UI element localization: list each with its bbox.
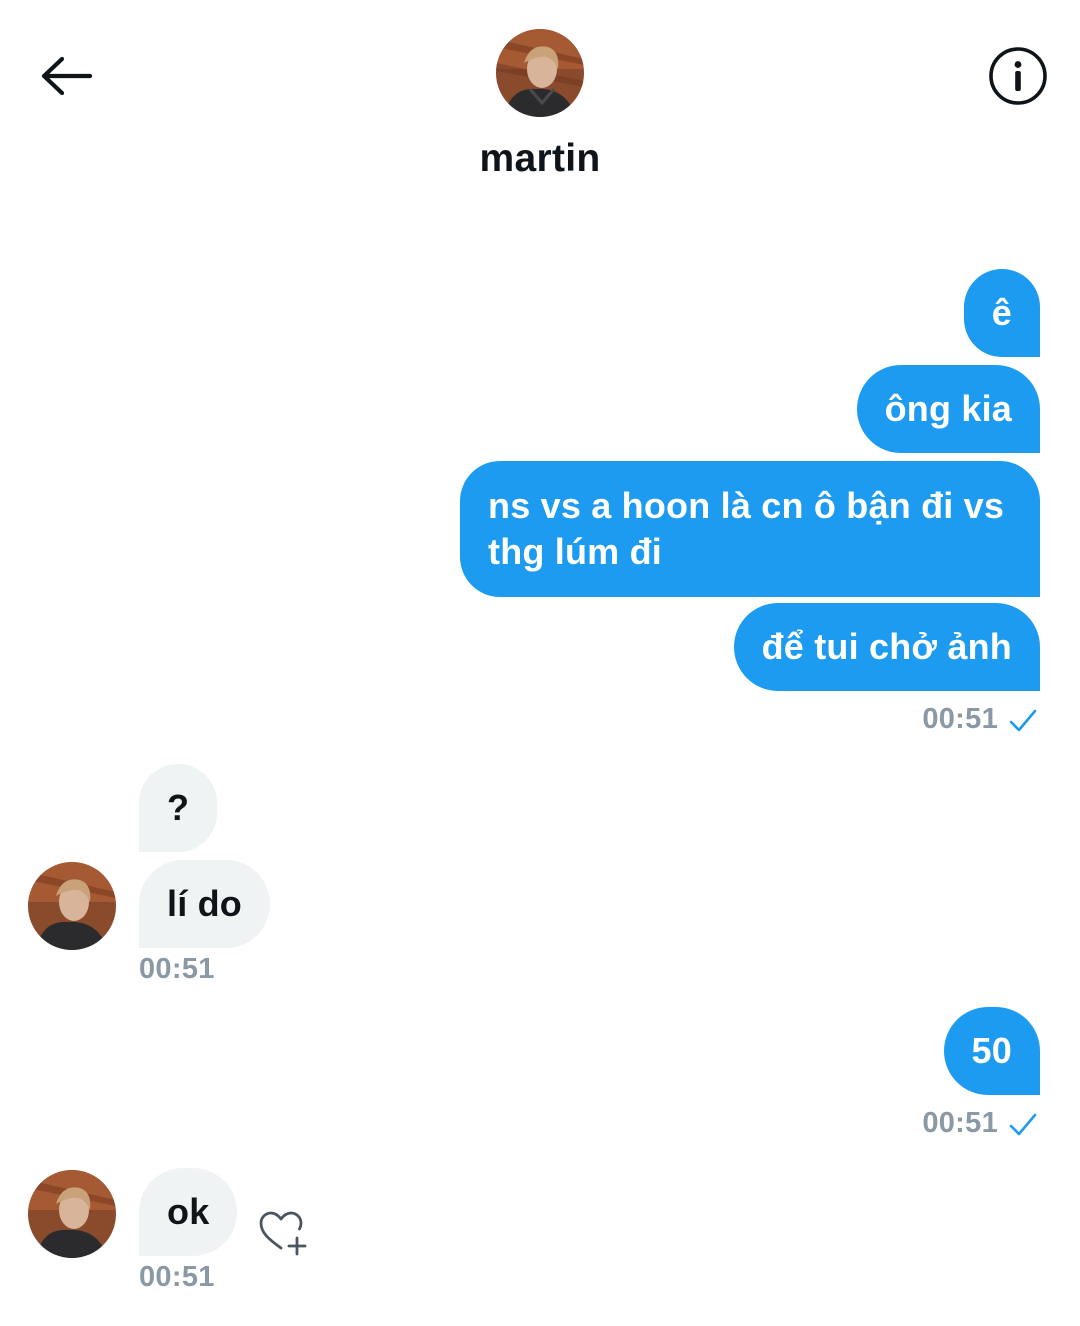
read-check-icon (1009, 709, 1037, 732)
info-button[interactable] (984, 42, 1052, 110)
sender-avatar[interactable] (28, 862, 116, 950)
incoming-message[interactable]: ? (139, 764, 218, 852)
incoming-message[interactable]: lí do (139, 860, 270, 948)
message-timestamp: 00:51 (922, 703, 998, 735)
outgoing-message[interactable]: ns vs a hoon là cn ô bận đi vs thg lúm đ… (460, 461, 1040, 597)
message-timestamp: 00:51 (922, 1107, 998, 1139)
arrow-left-icon (41, 56, 93, 96)
contact-name[interactable]: martin (340, 137, 740, 187)
back-button[interactable] (28, 44, 104, 108)
message-timestamp: 00:51 (139, 1261, 215, 1293)
incoming-message[interactable]: ok (139, 1168, 238, 1256)
message-timestamp: 00:51 (139, 953, 215, 985)
outgoing-message[interactable]: để tui chở ảnh (733, 603, 1040, 691)
read-check-icon (1009, 1113, 1037, 1136)
sender-avatar[interactable] (28, 1170, 116, 1258)
outgoing-message[interactable]: ông kia (856, 365, 1040, 453)
add-reaction-button[interactable] (257, 1208, 311, 1260)
outgoing-message[interactable]: 50 (943, 1007, 1040, 1095)
info-circle-icon (989, 47, 1047, 105)
outgoing-message[interactable]: ê (963, 269, 1040, 357)
heart-plus-icon (259, 1211, 307, 1256)
contact-avatar[interactable] (496, 29, 584, 117)
